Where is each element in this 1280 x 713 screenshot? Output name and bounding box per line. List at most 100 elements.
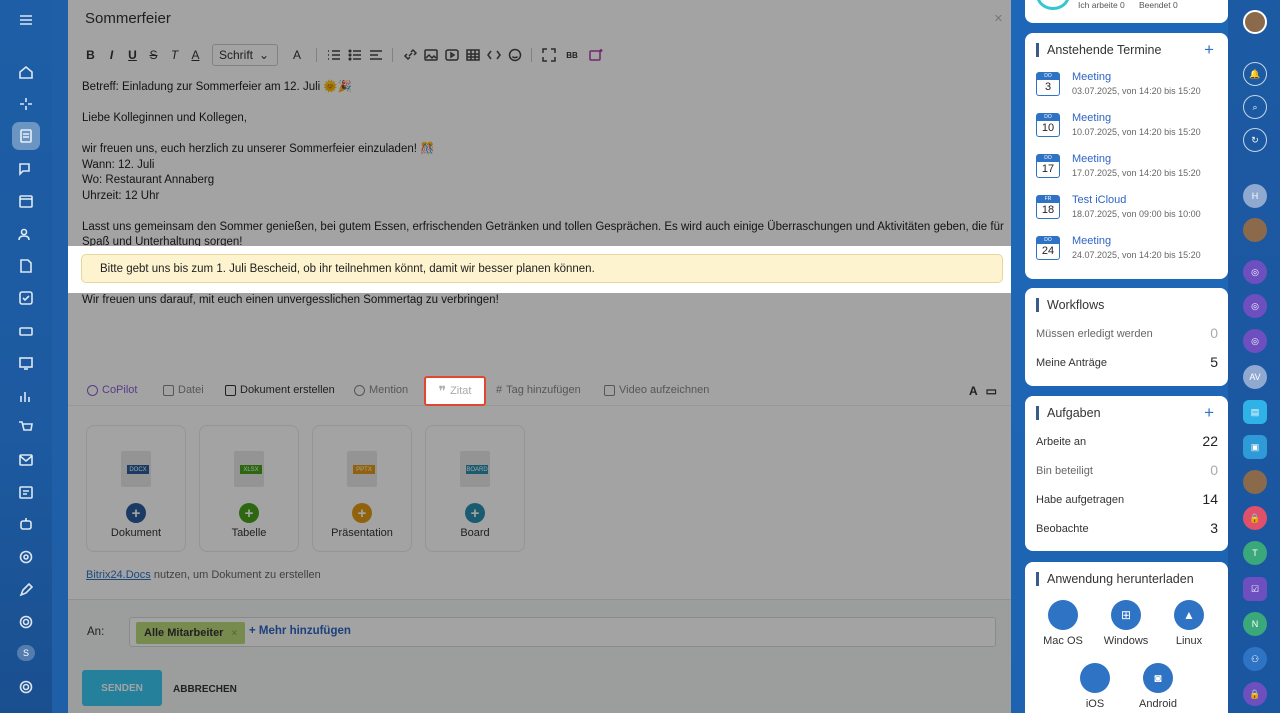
event-item[interactable]: DO 17 Meeting 17.07.2025, von 14:20 bis … [1036,153,1221,187]
calendar-icon[interactable] [12,187,40,215]
group-icon[interactable]: ⚇ [1243,647,1267,671]
mention-button[interactable]: Mention [354,384,408,396]
contact-h-avatar[interactable]: H [1243,184,1267,208]
document-icon[interactable] [12,252,40,280]
strikethrough-button[interactable]: S [143,44,164,66]
record-video-button[interactable]: Video aufzeichnen [604,384,709,396]
fullscreen-icon[interactable] [538,44,559,66]
align-icon[interactable] [365,44,386,66]
image-icon[interactable] [420,44,441,66]
target-icon[interactable] [12,543,40,571]
event-item[interactable]: DO 10 Meeting 10.07.2025, von 14:20 bis … [1036,112,1221,146]
add-doc-icon[interactable]: + [239,503,259,523]
task-row[interactable]: Arbeite an 22 [1036,433,1218,454]
tag-button[interactable]: # Tag hinzufügen [496,384,581,396]
font-size-button[interactable]: A [284,44,310,66]
drive-icon[interactable] [12,317,40,345]
app-download-item[interactable]: Mac OS [1034,600,1092,647]
bell-icon[interactable]: 🔔 [1243,62,1267,86]
add-doc-icon[interactable]: + [126,503,146,523]
app-download-item[interactable]: iOS [1066,663,1124,710]
feed-icon[interactable] [12,122,40,150]
link-icon[interactable] [399,44,420,66]
mail-icon[interactable] [12,446,40,474]
recipients-field[interactable]: Alle Mitarbeiter × + Mehr hinzufügen [129,617,996,647]
app-download-item[interactable]: ⊞ Windows [1097,600,1155,647]
doc-template-card[interactable]: PPTX + Präsentation [312,425,412,552]
lock-icon[interactable]: 🔒 [1243,506,1267,530]
table-icon[interactable] [462,44,483,66]
video-embed-icon[interactable] [441,44,462,66]
app-download-item[interactable]: ◙ Android [1129,663,1187,710]
task-row[interactable]: Habe aufgetragen 14 [1036,491,1218,512]
underline-button[interactable]: U [122,44,143,66]
contact-avatar[interactable] [1243,218,1267,242]
cart-icon[interactable] [12,414,40,442]
task-row[interactable]: Beobachte 3 [1036,520,1218,541]
chat-bubble-icon[interactable]: ▤ [1243,400,1267,424]
layout-icon[interactable]: ▭ [986,384,997,398]
numbered-list-icon[interactable] [323,44,344,66]
contact-n-avatar[interactable]: N [1243,612,1267,636]
event-title[interactable]: Meeting [1072,112,1111,124]
event-title[interactable]: Meeting [1072,71,1111,83]
workflow-row[interactable]: Meine Anträge 5 [1036,354,1218,375]
settings-icon[interactable] [12,673,40,701]
workflow-row[interactable]: Müssen erledigt werden 0 [1036,325,1218,346]
remove-chip-icon[interactable]: × [231,628,237,639]
chart-icon[interactable] [12,382,40,410]
video-icon[interactable] [12,349,40,377]
robot-icon[interactable] [12,510,40,538]
send-button[interactable]: SENDEN [82,670,162,706]
code-icon[interactable] [483,44,504,66]
contact-avatar[interactable] [1243,470,1267,494]
support-icon[interactable] [12,608,40,636]
add-doc-icon[interactable]: + [352,503,372,523]
cancel-button[interactable]: ABBRECHEN [173,684,237,695]
copilot-chat-icon[interactable]: ◎ [1243,260,1267,284]
task-row[interactable]: Bin beteiligt 0 [1036,462,1218,483]
event-title[interactable]: Meeting [1072,235,1111,247]
add-more-link[interactable]: + Mehr hinzufügen [249,625,351,637]
chat-icon[interactable] [12,155,40,183]
home-icon[interactable] [12,58,40,86]
clear-format-button[interactable]: T [164,44,185,66]
add-termin-button[interactable]: + [1204,40,1214,60]
event-item[interactable]: FR 18 Test iCloud 18.07.2025, von 09:00 … [1036,194,1221,228]
image-magic-icon[interactable] [585,44,606,66]
add-doc-icon[interactable]: + [465,503,485,523]
bitrix-docs-link[interactable]: Bitrix24.Docs [86,569,151,581]
create-document-button[interactable]: Dokument erstellen [225,384,335,396]
message-body[interactable]: Betreff: Einladung zur Sommerfeier am 12… [82,80,1007,251]
bold-button[interactable]: B [80,44,101,66]
emoji-icon[interactable] [504,44,525,66]
doc-template-card[interactable]: XLSX + Tabelle [199,425,299,552]
refresh-icon[interactable]: ↻ [1243,128,1267,152]
check-icon[interactable] [12,284,40,312]
menu-icon[interactable] [12,6,40,34]
text-color-button[interactable]: A [185,44,206,66]
tasks-check-icon[interactable]: ☑ [1243,577,1267,601]
copilot-button[interactable]: CoPilot [87,384,137,396]
lock-icon[interactable]: 🔒 [1243,682,1267,706]
doc-template-card[interactable]: BOARD + Board [425,425,525,552]
planner-icon[interactable] [12,478,40,506]
bullet-list-icon[interactable] [344,44,365,66]
zitat-button[interactable]: ❞ Zitat [424,376,486,406]
close-icon[interactable]: ✕ [994,12,1003,25]
datei-button[interactable]: Datei [163,384,204,396]
bbcode-icon[interactable]: BB [559,44,585,66]
search-icon[interactable]: ⌕ [1243,95,1267,119]
recipient-chip[interactable]: Alle Mitarbeiter × [136,622,246,644]
event-item[interactable]: DO 3 Meeting 03.07.2025, von 14:20 bis 1… [1036,71,1221,105]
event-title[interactable]: Meeting [1072,153,1111,165]
event-item[interactable]: DO 24 Meeting 24.07.2025, von 14:20 bis … [1036,235,1221,269]
font-select[interactable]: Schrift ⌄ [212,44,278,66]
sparkle-icon[interactable] [12,90,40,118]
doc-template-card[interactable]: DOCX + Dokument [86,425,186,552]
edit-icon[interactable] [12,576,40,604]
users-icon[interactable] [12,220,40,248]
italic-button[interactable]: I [101,44,122,66]
copilot-chat-icon[interactable]: ◎ [1243,329,1267,353]
quote-block[interactable]: Bitte gebt uns bis zum 1. Juli Bescheid,… [81,254,1003,283]
